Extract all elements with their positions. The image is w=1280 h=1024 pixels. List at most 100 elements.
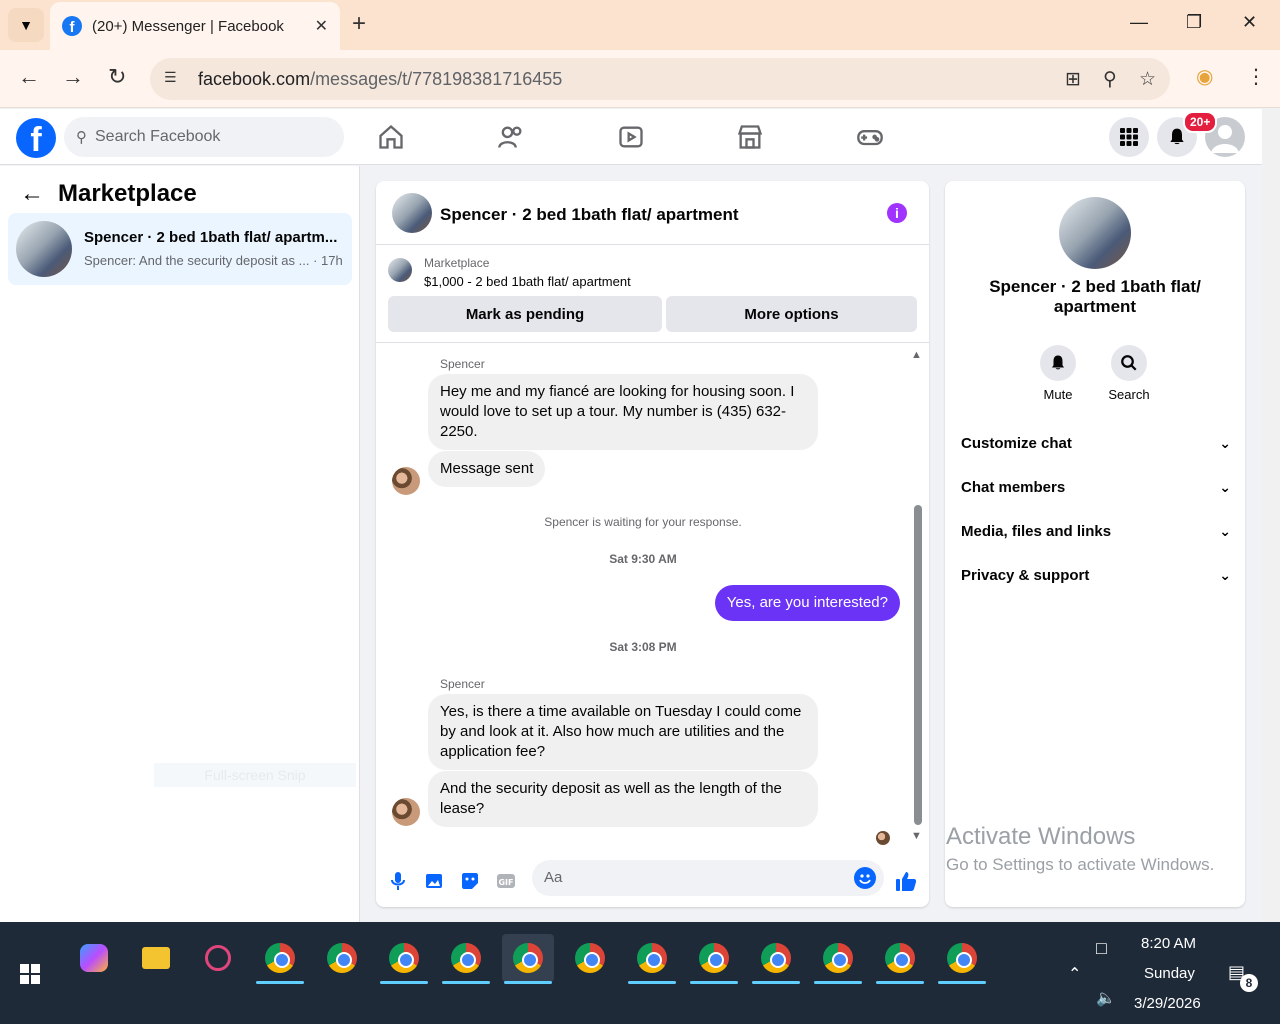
chrome-taskbar-icon[interactable] — [626, 934, 678, 984]
microphone-icon[interactable] — [386, 869, 410, 893]
minimize-button[interactable]: — — [1130, 12, 1148, 33]
sticker-icon[interactable] — [458, 869, 482, 893]
clock-day[interactable]: Sunday — [1144, 965, 1195, 982]
chat-avatar[interactable] — [392, 193, 432, 233]
chat-members-row[interactable]: Chat members ⌄ — [961, 465, 1231, 509]
close-window-button[interactable]: ✕ — [1242, 12, 1257, 33]
outgoing-message[interactable]: Yes, are you interested? — [714, 585, 900, 621]
file-explorer-icon[interactable] — [130, 934, 182, 982]
info-avatar[interactable] — [1059, 197, 1131, 269]
mute-button[interactable]: Mute — [1033, 345, 1083, 402]
sender-name: Spencer — [440, 357, 485, 371]
site-info-icon[interactable]: ☰ — [164, 69, 184, 89]
volume-icon[interactable]: 🔈 — [1096, 988, 1116, 1008]
chat-title[interactable]: Spencer · 2 bed 1bath flat/ apartment — [440, 205, 739, 225]
chrome-taskbar-icon[interactable] — [688, 934, 740, 984]
facebook-logo-icon[interactable]: f — [16, 118, 56, 158]
chrome-taskbar-icon[interactable] — [564, 934, 616, 982]
marketplace-header: ← Marketplace — [20, 180, 197, 208]
clock-date[interactable]: 3/29/2026 — [1134, 995, 1201, 1012]
address-bar[interactable]: ☰ facebook.com/messages/t/77819838171645… — [150, 58, 1170, 100]
copilot-icon[interactable] — [68, 934, 120, 982]
customize-chat-row[interactable]: Customize chat ⌄ — [961, 421, 1231, 465]
timestamp: Sat 9:30 AM — [609, 552, 677, 566]
marketplace-listing-card: Marketplace $1,000 - 2 bed 1bath flat/ a… — [376, 245, 929, 343]
chrome-taskbar-icon[interactable] — [316, 934, 368, 982]
install-app-icon[interactable]: ⊞ — [1065, 68, 1081, 91]
incoming-message[interactable]: Yes, is there a time available on Tuesda… — [428, 694, 818, 770]
row-label: Chat members — [961, 478, 1066, 496]
chrome-taskbar-icon[interactable] — [378, 934, 430, 984]
chrome-taskbar-icon-active[interactable] — [502, 934, 554, 984]
message-scrollbar[interactable] — [914, 505, 922, 825]
conversation-name: Spencer · 2 bed 1bath flat/ apartm... — [84, 229, 338, 246]
snipping-tool-icon[interactable] — [192, 934, 244, 982]
info-icon[interactable]: i — [887, 203, 907, 223]
privacy-support-row[interactable]: Privacy & support ⌄ — [961, 553, 1231, 597]
browser-tab[interactable]: f (20+) Messenger | Facebook ✕ — [50, 2, 340, 50]
watermark-line1: Activate Windows — [946, 823, 1136, 850]
bell-icon — [1052, 355, 1064, 370]
windows-start-icon[interactable] — [20, 964, 40, 984]
mark-as-pending-button[interactable]: Mark as pending — [388, 296, 662, 332]
more-options-button[interactable]: More options — [666, 296, 917, 332]
chrome-taskbar-icon[interactable] — [750, 934, 802, 984]
message-thread: Spencer Hey me and my fiancé are looking… — [376, 343, 929, 853]
browser-tab-strip: ▼ f (20+) Messenger | Facebook ✕ + — ❐ ✕ — [0, 0, 1280, 50]
message-input[interactable]: Aa — [532, 860, 884, 896]
incoming-message[interactable]: Message sent — [428, 451, 546, 487]
incoming-message[interactable]: And the security deposit as well as the … — [428, 771, 818, 827]
clock-time[interactable]: 8:20 AM — [1141, 935, 1196, 952]
video-icon[interactable] — [617, 123, 645, 151]
restore-button[interactable]: ❐ — [1186, 12, 1202, 33]
close-tab-icon[interactable]: ✕ — [315, 16, 328, 36]
gaming-icon[interactable] — [856, 123, 884, 151]
chevron-up-icon[interactable]: ⌃ — [1068, 964, 1081, 984]
bookmark-star-icon[interactable]: ☆ — [1139, 68, 1156, 91]
forward-button[interactable]: → — [62, 64, 84, 90]
chrome-menu-icon[interactable]: ⋮ — [1246, 64, 1266, 89]
incoming-message[interactable]: Hey me and my fiancé are looking for hou… — [428, 374, 818, 450]
page-scrollbar[interactable] — [1262, 109, 1280, 922]
back-arrow-icon[interactable]: ← — [20, 180, 44, 208]
search-conversation-button[interactable]: Search — [1104, 345, 1154, 402]
marketplace-icon[interactable] — [736, 123, 764, 151]
chat-header: Spencer · 2 bed 1bath flat/ apartment i — [376, 181, 929, 245]
emoji-icon[interactable] — [854, 867, 876, 889]
notification-count: 8 — [1240, 974, 1258, 992]
gif-icon[interactable]: GIF — [494, 869, 518, 893]
facebook-search-input[interactable]: ⚲ Search Facebook — [64, 117, 344, 157]
grid-icon — [1120, 128, 1138, 146]
listing-thumbnail[interactable] — [388, 258, 412, 282]
photo-icon[interactable] — [422, 869, 446, 893]
listing-title[interactable]: $1,000 - 2 bed 1bath flat/ apartment — [424, 274, 631, 289]
chrome-taskbar-icon[interactable] — [440, 934, 492, 984]
chrome-taskbar-icon[interactable] — [874, 934, 926, 984]
scroll-down-icon[interactable]: ▼ — [911, 830, 922, 842]
facebook-header: f ⚲ Search Facebook — [0, 109, 1262, 165]
chevron-down-icon: ⌄ — [1219, 434, 1231, 451]
scroll-up-icon[interactable]: ▲ — [911, 349, 922, 361]
new-tab-button[interactable]: + — [352, 10, 366, 38]
profile-icon[interactable]: ◉ — [1196, 64, 1213, 89]
like-thumb-icon[interactable] — [894, 869, 918, 893]
conversation-item[interactable]: Spencer · 2 bed 1bath flat/ apartm... Sp… — [8, 213, 352, 285]
zoom-icon[interactable]: ⚲ — [1103, 68, 1117, 91]
friends-icon[interactable] — [497, 123, 525, 151]
message-composer: GIF Aa — [376, 853, 929, 907]
chrome-taskbar-icon[interactable] — [254, 934, 306, 984]
back-button[interactable]: ← — [18, 64, 40, 90]
home-icon[interactable] — [377, 123, 405, 151]
chrome-taskbar-icon[interactable] — [936, 934, 988, 984]
info-title: Spencer · 2 bed 1bath flat/ apartment — [989, 277, 1201, 316]
tab-search-button[interactable]: ▼ — [8, 8, 44, 42]
sender-avatar[interactable] — [392, 798, 420, 826]
chevron-down-icon: ▼ — [19, 17, 33, 33]
chrome-taskbar-icon[interactable] — [812, 934, 864, 984]
menu-grid-button[interactable] — [1109, 117, 1149, 157]
sender-avatar[interactable] — [392, 467, 420, 495]
media-files-links-row[interactable]: Media, files and links ⌄ — [961, 509, 1231, 553]
reload-button[interactable]: ↻ — [108, 64, 126, 90]
snip-overlay-label: Full-screen Snip — [154, 763, 356, 787]
network-icon[interactable]: □ — [1096, 938, 1107, 959]
